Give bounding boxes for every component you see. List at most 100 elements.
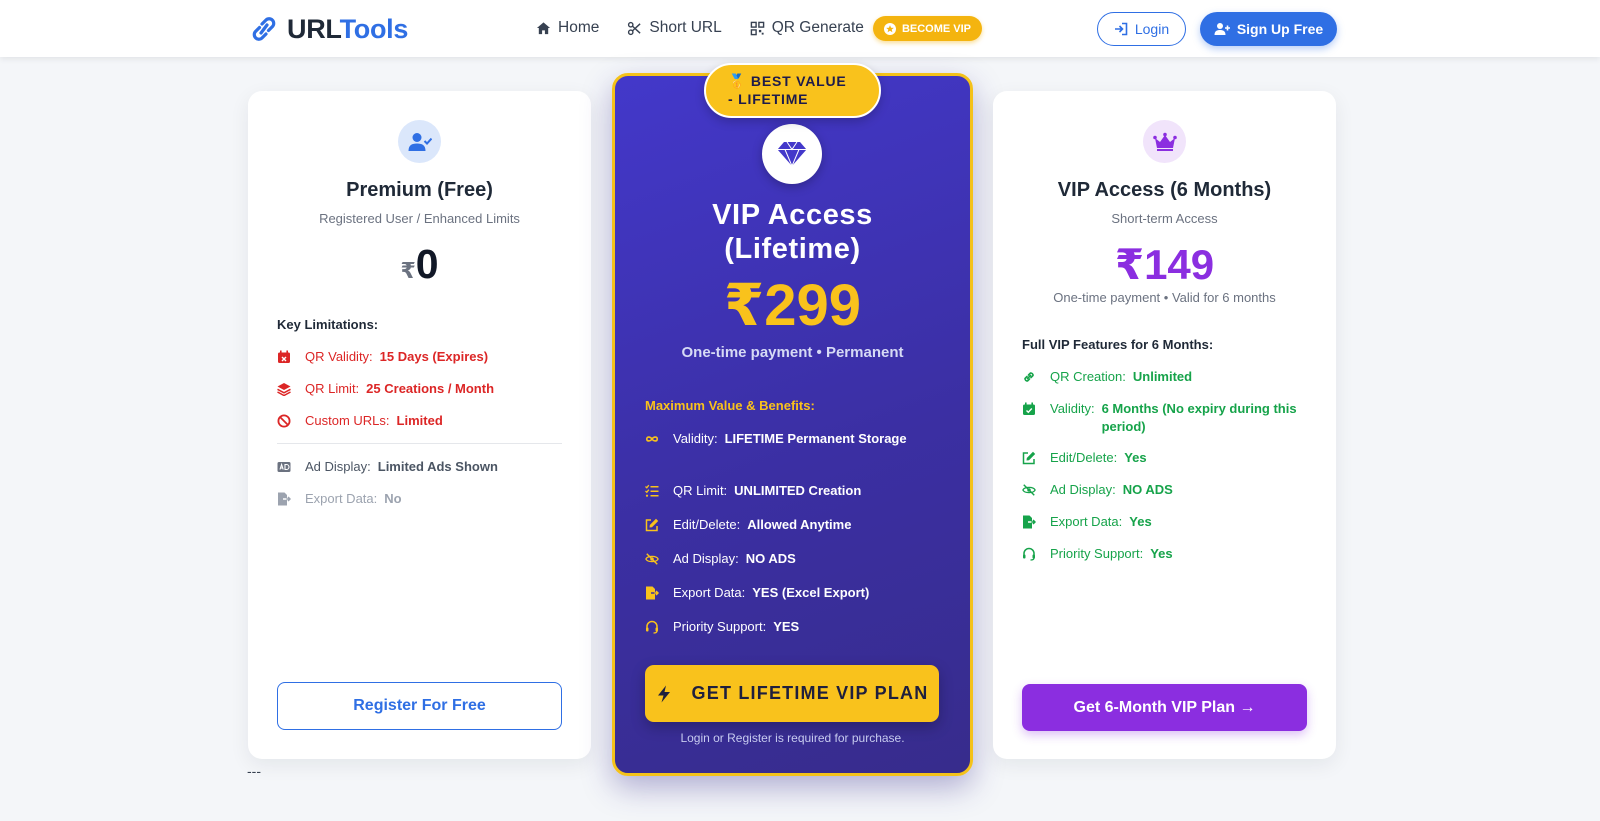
best-value-ribbon: 🥇 BEST VALUE - LIFETIME xyxy=(704,63,881,118)
login-button[interactable]: Login xyxy=(1097,12,1186,46)
feature-label: Validity: xyxy=(673,431,718,446)
features-heading: Key Limitations: xyxy=(277,317,379,332)
feature-value: NO ADS xyxy=(1122,482,1173,497)
plan-price: ₹0 xyxy=(248,241,591,288)
nav-link-home[interactable]: Home xyxy=(536,19,599,37)
feature-value: Unlimited xyxy=(1132,369,1193,384)
plan-title: VIP Access (Lifetime) xyxy=(615,198,970,266)
price-value: 0 xyxy=(415,241,439,287)
plan-price: ₹149 xyxy=(1114,241,1215,288)
link-icon xyxy=(1024,372,1034,382)
edit-icon xyxy=(1022,451,1036,465)
feature-label: QR Limit: xyxy=(305,381,360,396)
feature-validity: Validity: LIFETIME Permanent Storage xyxy=(645,430,915,448)
feature-custom-urls: Custom URLs: Limited xyxy=(277,412,443,430)
crown-icon xyxy=(1152,132,1177,151)
feature-label: Export Data: xyxy=(305,491,378,506)
brand-name-part2: Tools xyxy=(339,13,409,44)
feature-export-data: Export Data: No xyxy=(277,490,402,508)
nav-link-home-label: Home xyxy=(558,19,600,36)
feature-label: Ad Display: xyxy=(305,459,371,474)
top-navbar: URLTools Home Short URL QR Generate BECO… xyxy=(0,0,1600,57)
nav-link-short-url[interactable]: Short URL xyxy=(627,19,722,37)
feature-label: QR Limit: xyxy=(673,483,728,498)
nav-link-short-url-label: Short URL xyxy=(649,19,722,36)
plan-card-lifetime: VIP Access (Lifetime) ₹299 One-time paym… xyxy=(612,73,973,776)
user-check-icon-badge xyxy=(398,120,441,163)
calendar-check-icon xyxy=(1023,402,1035,415)
file-export-icon xyxy=(278,492,291,506)
feature-value: Yes xyxy=(1124,450,1147,465)
feature-value: NO ADS xyxy=(745,551,796,566)
section-separator-text: --- xyxy=(247,763,261,779)
feature-label: Priority Support: xyxy=(1050,546,1144,561)
nav-link-qr-generate[interactable]: QR Generate xyxy=(750,19,864,37)
eye-slash-icon xyxy=(645,553,659,565)
gem-icon-badge xyxy=(762,124,822,184)
feature-value: 25 Creations / Month xyxy=(366,381,495,396)
features-heading: Maximum Value & Benefits: xyxy=(645,398,815,413)
feature-label: Validity: xyxy=(1050,401,1095,416)
feature-priority-support: Priority Support: Yes xyxy=(1022,545,1173,563)
plan-title-line1: VIP Access xyxy=(712,199,873,231)
feature-qr-validity: QR Validity: 15 Days (Expires) xyxy=(277,348,488,366)
feature-qr-limit: QR Limit: UNLIMITED Creation xyxy=(645,482,861,500)
star-icon xyxy=(883,22,896,35)
feature-label: QR Creation: xyxy=(1050,369,1126,384)
feature-value: Yes xyxy=(1129,514,1152,529)
nav-links: Home Short URL QR Generate xyxy=(536,17,892,39)
signup-button[interactable]: Sign Up Free xyxy=(1200,12,1337,46)
signup-label: Sign Up Free xyxy=(1236,21,1324,37)
brand-name: URLTools xyxy=(287,14,408,45)
home-icon xyxy=(536,21,551,34)
user-plus-icon xyxy=(1214,23,1230,35)
qrcode-icon xyxy=(750,21,765,35)
layers-icon xyxy=(277,383,291,396)
feature-label: QR Validity: xyxy=(305,349,373,364)
edit-icon xyxy=(645,518,659,532)
feature-value: Limited xyxy=(396,413,443,428)
get-six-month-vip-button[interactable]: Get 6-Month VIP Plan → xyxy=(1022,684,1307,731)
feature-export-data: Export Data: YES (Excel Export) xyxy=(645,584,869,602)
ad-icon xyxy=(277,462,291,472)
plan-price: ₹299 xyxy=(723,273,862,338)
feature-value: Allowed Anytime xyxy=(747,517,852,532)
currency-symbol: ₹ xyxy=(400,258,416,283)
features-heading: Full VIP Features for 6 Months: xyxy=(1022,337,1214,352)
feature-value: 15 Days (Expires) xyxy=(379,349,489,364)
feature-export-data: Export Data: Yes xyxy=(1022,513,1152,531)
feature-ad-display: Ad Display: Limited Ads Shown xyxy=(277,458,498,476)
plan-subtitle: Short-term Access xyxy=(1111,211,1218,226)
register-free-button[interactable]: Register For Free xyxy=(277,682,562,730)
feature-label: Priority Support: xyxy=(673,619,767,634)
get-lifetime-vip-button[interactable]: GET LIFETIME VIP PLAN xyxy=(645,665,939,722)
feature-value: No xyxy=(384,491,402,506)
ribbon-line1: 🥇 BEST VALUE xyxy=(728,73,847,89)
feature-qr-creation: QR Creation: Unlimited xyxy=(1022,368,1192,386)
feature-edit-delete: Edit/Delete: Yes xyxy=(1022,449,1147,467)
bolt-icon xyxy=(657,685,670,702)
login-label: Login xyxy=(1134,21,1170,37)
feature-edit-delete: Edit/Delete: Allowed Anytime xyxy=(645,516,851,534)
plan-card-six-month: VIP Access (6 Months) Short-term Access … xyxy=(993,91,1336,759)
calendar-x-icon xyxy=(278,350,290,363)
feature-value: UNLIMITED Creation xyxy=(734,483,862,498)
headset-icon xyxy=(1023,547,1035,561)
feature-label: Ad Display: xyxy=(673,551,739,566)
plan-subtitle: Registered User / Enhanced Limits xyxy=(319,211,520,226)
feature-value: LIFETIME Permanent Storage xyxy=(724,431,907,446)
become-vip-button[interactable]: BECOME VIP xyxy=(873,16,982,41)
feature-ad-display: Ad Display: NO ADS xyxy=(645,550,796,568)
feature-label: Edit/Delete: xyxy=(673,517,741,532)
file-export-icon xyxy=(1023,515,1036,529)
feature-label: Export Data: xyxy=(673,585,746,600)
ban-icon xyxy=(277,414,291,428)
feature-priority-support: Priority Support: YES xyxy=(645,618,799,636)
brand-logo[interactable]: URLTools xyxy=(247,12,408,46)
section-divider xyxy=(277,443,562,444)
brand-name-part1: URL xyxy=(287,13,340,44)
price-note: One-time payment • Valid for 6 months xyxy=(1053,290,1276,305)
feature-label: Edit/Delete: xyxy=(1050,450,1118,465)
eye-slash-icon xyxy=(1022,484,1036,496)
infinity-icon xyxy=(645,436,659,442)
